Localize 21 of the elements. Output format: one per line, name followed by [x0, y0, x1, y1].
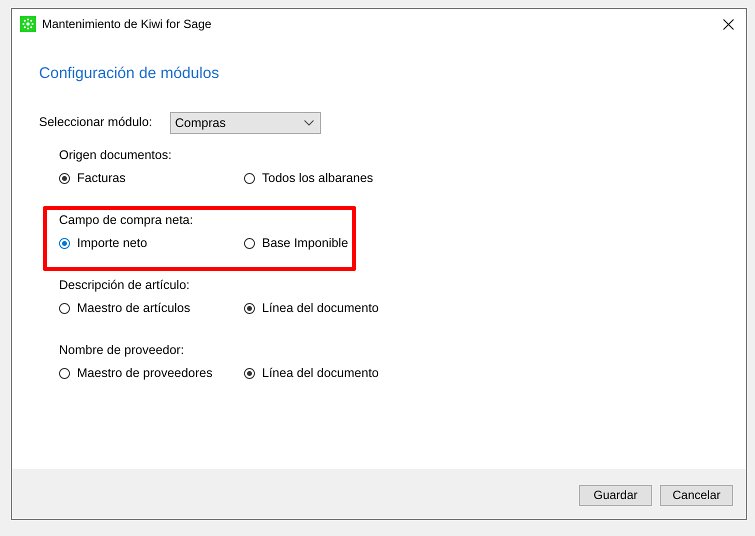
radio-option[interactable]: Base Imponible	[244, 236, 348, 250]
group-label: Descripción de artículo:	[59, 278, 191, 292]
radio-option[interactable]: Facturas	[59, 171, 244, 185]
footer-button[interactable]: Guardar	[579, 484, 652, 506]
group-label: Campo de compra neta:	[59, 213, 194, 227]
field-label: Seleccionar módulo:	[39, 115, 154, 129]
radio-option[interactable]: Maestro de proveedores	[59, 366, 244, 380]
close-icon[interactable]	[723, 18, 734, 30]
app-icon	[20, 16, 36, 32]
radio-option[interactable]: Línea del documento	[244, 301, 379, 315]
group-label: Nombre de proveedor:	[59, 343, 186, 357]
radio-option[interactable]: Todos los albaranes	[244, 171, 374, 185]
footer-button[interactable]: Cancelar	[660, 484, 733, 506]
section-heading: Configuración de módulos	[39, 65, 220, 83]
chevron-down-icon	[304, 120, 314, 126]
group-label: Origen documentos:	[59, 148, 173, 162]
radio-option[interactable]: Maestro de artículos	[59, 301, 244, 315]
radio-option[interactable]: Línea del documento	[244, 366, 379, 380]
radio-option[interactable]: Importe neto	[59, 236, 244, 250]
window-title: Mantenimiento de Kiwi for Sage	[42, 17, 212, 31]
module-dropdown[interactable]: Compras	[170, 112, 321, 134]
